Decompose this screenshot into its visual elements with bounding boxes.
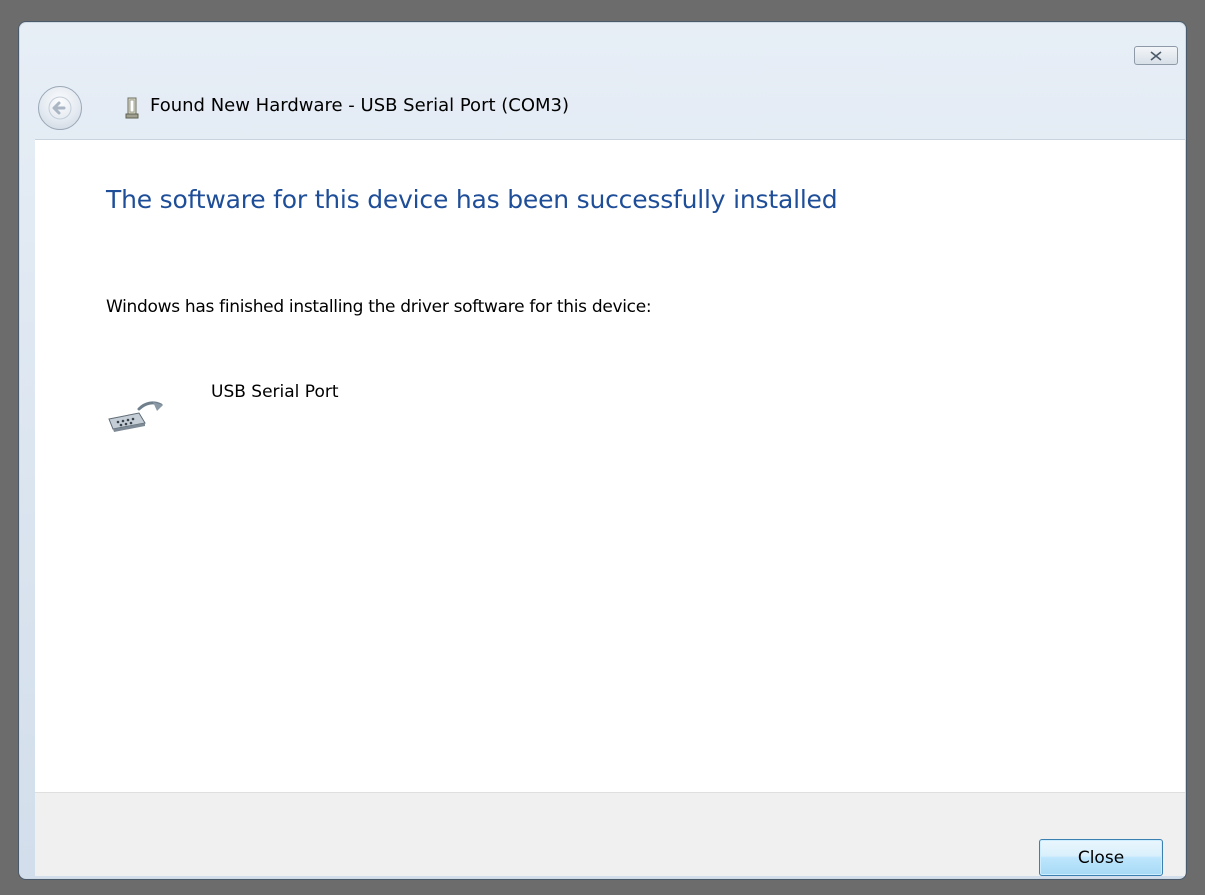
content-panel: The software for this device has been su…: [35, 139, 1185, 792]
page-heading: The software for this device has been su…: [106, 185, 838, 214]
close-button[interactable]: Close: [1039, 839, 1163, 876]
dialog-window: Found New Hardware - USB Serial Port (CO…: [18, 21, 1187, 880]
serial-port-icon: [108, 401, 163, 432]
status-message: Windows has finished installing the driv…: [106, 297, 652, 317]
window-close-button[interactable]: [1134, 46, 1178, 65]
desktop-background: Found New Hardware - USB Serial Port (CO…: [0, 0, 1205, 895]
back-arrow-icon: [48, 96, 72, 120]
hardware-icon: [125, 97, 139, 119]
dialog-footer: Close: [35, 792, 1185, 876]
back-button[interactable]: [38, 86, 82, 130]
title-bar: Found New Hardware - USB Serial Port (CO…: [19, 22, 1186, 138]
window-title: Found New Hardware - USB Serial Port (CO…: [150, 95, 570, 116]
device-name-label: USB Serial Port: [211, 382, 339, 402]
close-icon: [1150, 50, 1162, 61]
